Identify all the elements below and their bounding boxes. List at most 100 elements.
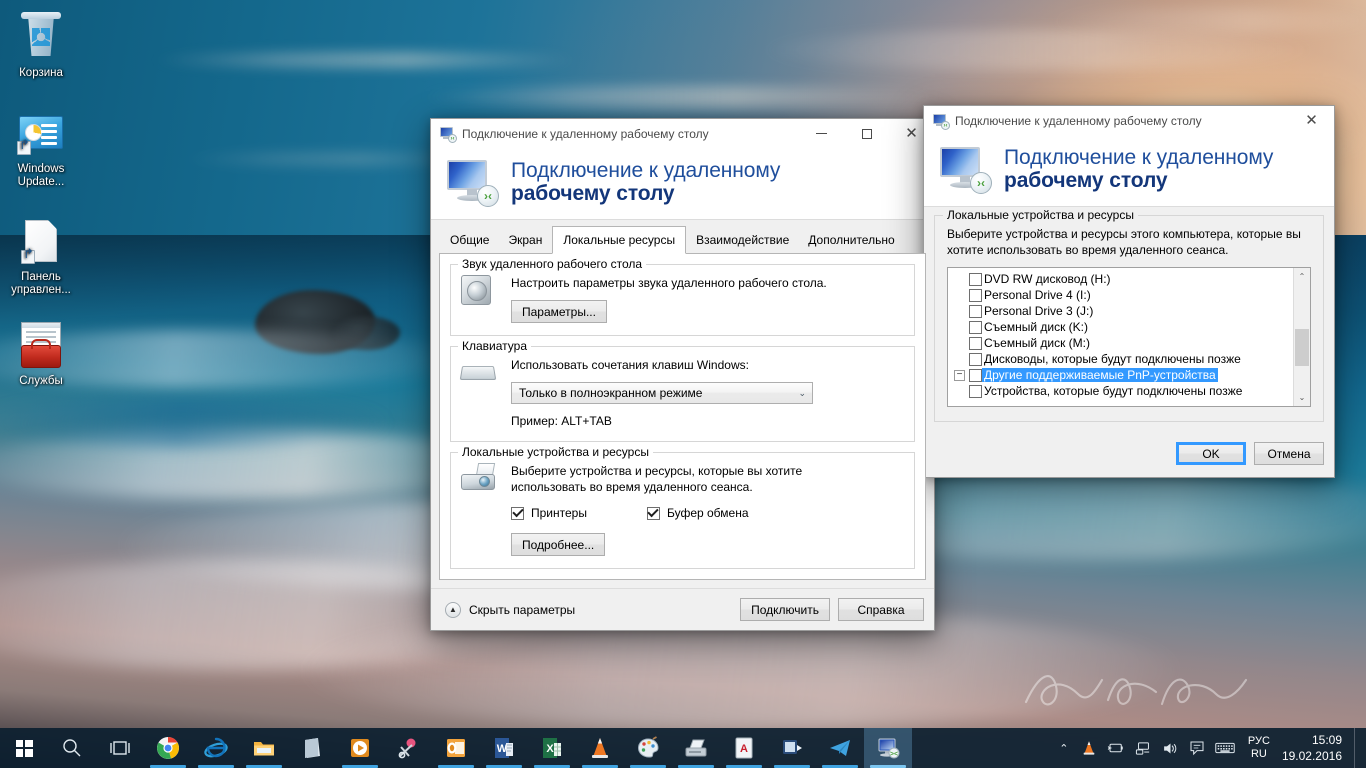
taskbar-app-internet-explorer[interactable] (192, 728, 240, 768)
tray-vlc-icon-wrap[interactable] (1076, 728, 1102, 768)
maximize-button[interactable] (844, 119, 889, 149)
remote-desktop-icon: >< (878, 738, 900, 759)
desktop-icon-windows-update[interactable]: Windows Update... (3, 110, 79, 189)
cancel-button[interactable]: Отмена (1254, 442, 1324, 465)
tray-network-button[interactable] (1130, 728, 1157, 768)
device-list-scrollbar[interactable]: ⌃ ⌄ (1293, 268, 1310, 406)
device-checkbox[interactable] (969, 352, 982, 366)
checkbox-box (969, 336, 982, 350)
windows-key-combo[interactable]: Только в полноэкранном режиме ⌄ (511, 382, 813, 404)
tray-action-center-button[interactable] (1184, 728, 1210, 768)
modal-titlebar[interactable]: ›‹ Подключение к удаленному рабочему сто… (924, 106, 1334, 136)
remote-desktop-connection-window[interactable]: ›‹ Подключение к удаленному рабочему сто… (430, 118, 935, 631)
local-devices-modal[interactable]: ›‹ Подключение к удаленному рабочему сто… (923, 105, 1335, 478)
desktop-icon-label: Панель управлен... (11, 271, 71, 296)
tab-general[interactable]: Общие (441, 228, 499, 253)
taskbar-app-snipping-tool[interactable] (384, 728, 432, 768)
tray-overflow-button[interactable]: ⌃ (1052, 728, 1076, 768)
keyboard-icon (1215, 742, 1235, 754)
checkbox-printers[interactable]: Принтеры (511, 506, 587, 520)
help-button[interactable]: Справка (838, 598, 924, 621)
device-list-row[interactable]: Дисководы, которые будут подключены позж… (948, 351, 1293, 367)
snipping-tool-icon (398, 738, 416, 759)
device-checkbox[interactable] (969, 368, 982, 382)
device-list-row[interactable]: Съемный диск (M:) (948, 335, 1293, 351)
cloud-streak (150, 52, 580, 68)
telegram-icon (830, 740, 850, 756)
connect-button[interactable]: Подключить (740, 598, 830, 621)
scroll-up-arrow-icon[interactable]: ⌃ (1294, 268, 1310, 285)
desktop-icon-services[interactable]: Службы (3, 322, 79, 388)
taskbar-app-google-chrome[interactable] (144, 728, 192, 768)
device-list-row[interactable]: Съемный диск (K:) (948, 319, 1293, 335)
banner-line-2: рабочему столу (511, 182, 675, 205)
tree-collapse-icon[interactable]: − (954, 369, 965, 381)
device-label: Другие поддерживаемые PnP-устройства (982, 368, 1218, 382)
desktop-icon-recycle-bin[interactable]: Корзина (3, 12, 79, 80)
taskbar-app-file-explorer[interactable] (240, 728, 288, 768)
device-checkbox[interactable] (969, 384, 982, 398)
tab-experience[interactable]: Взаимодействие (687, 228, 799, 253)
action-center-icon (1190, 741, 1204, 756)
taskbar-app-paint[interactable] (624, 728, 672, 768)
taskbar-app-adobe-reader[interactable]: A (720, 728, 768, 768)
more-devices-button[interactable]: Подробнее... (511, 533, 606, 556)
clock[interactable]: 15:09 19.02.2016 (1278, 728, 1354, 768)
window-titlebar[interactable]: ›‹ Подключение к удаленному рабочему сто… (431, 119, 934, 149)
device-checkbox[interactable] (969, 336, 982, 350)
device-list-row[interactable]: − Другие поддерживаемые PnP-устройства (948, 367, 1293, 383)
device-list-row[interactable]: Устройства, которые будут подключены поз… (948, 383, 1293, 399)
tray-keyboard-button[interactable] (1210, 728, 1240, 768)
taskbar-app-remote-desktop[interactable]: >< (864, 728, 912, 768)
taskbar-app-telegram[interactable] (816, 728, 864, 768)
start-button[interactable] (0, 728, 48, 768)
chevron-down-icon: ⌄ (798, 387, 806, 398)
scroll-down-arrow-icon[interactable]: ⌄ (1294, 389, 1310, 406)
device-checkbox[interactable] (969, 304, 982, 318)
remote-desktop-icon: ›‹ (440, 126, 457, 143)
device-label: DVD RW дисковод (H:) (984, 272, 1111, 286)
checkbox-clipboard[interactable]: Буфер обмена (646, 506, 749, 520)
window-controls: ✕ (799, 119, 934, 149)
scrollbar-track[interactable] (1294, 285, 1310, 389)
taskbar-app-scanner[interactable] (672, 728, 720, 768)
taskbar-app-excel[interactable]: X (528, 728, 576, 768)
tab-advanced[interactable]: Дополнительно (799, 228, 904, 253)
modal-close-button[interactable]: ✕ (1289, 106, 1334, 136)
recycle-bin-icon (3, 12, 79, 62)
device-list-row[interactable]: Personal Drive 3 (J:) (948, 303, 1293, 319)
device-checkbox[interactable] (969, 320, 982, 334)
scrollbar-thumb[interactable] (1295, 328, 1309, 367)
device-checkbox[interactable] (969, 272, 982, 286)
taskbar-app-outlook[interactable] (432, 728, 480, 768)
modal-banner: ›‹ Подключение к удаленному рабочему сто… (924, 136, 1334, 207)
device-list-row[interactable]: DVD RW дисковод (H:) (948, 271, 1293, 287)
taskbar-app-teamviewer[interactable] (768, 728, 816, 768)
tray-volume-button[interactable] (1157, 728, 1184, 768)
hide-options-link[interactable]: ▲ Скрыть параметры (445, 601, 575, 618)
checkbox-box (969, 288, 982, 302)
ok-button[interactable]: OK (1176, 442, 1246, 465)
desktop-icon-control-panel[interactable]: Панель управлен... (3, 218, 79, 297)
device-label: Дисководы, которые будут подключены позж… (984, 352, 1241, 366)
taskbar-app-store[interactable] (288, 728, 336, 768)
group-devices-description-2: использовать во время удаленного сеанса. (511, 480, 753, 494)
device-list[interactable]: DVD RW дисковод (H:) Personal Drive 4 (I:… (947, 267, 1311, 407)
tab-local-resources[interactable]: Локальные ресурсы (552, 226, 687, 254)
scanner-icon (685, 739, 707, 757)
tray-battery-button[interactable] (1102, 728, 1130, 768)
taskbar-app-word[interactable]: W (480, 728, 528, 768)
battery-icon (1107, 743, 1123, 753)
modal-banner-line-1: Подключение к удаленному (1004, 146, 1274, 170)
tab-display[interactable]: Экран (499, 228, 552, 253)
device-list-row[interactable]: Personal Drive 4 (I:) (948, 287, 1293, 303)
minimize-button[interactable] (799, 119, 844, 149)
task-view-button[interactable] (96, 728, 144, 768)
taskbar-app-media-player[interactable] (336, 728, 384, 768)
show-desktop-button[interactable] (1354, 728, 1362, 768)
taskbar-app-vlc[interactable] (576, 728, 624, 768)
language-indicator[interactable]: РУС RU (1240, 728, 1278, 768)
search-button[interactable] (48, 728, 96, 768)
device-checkbox[interactable] (969, 288, 982, 302)
audio-settings-button[interactable]: Параметры... (511, 300, 607, 323)
